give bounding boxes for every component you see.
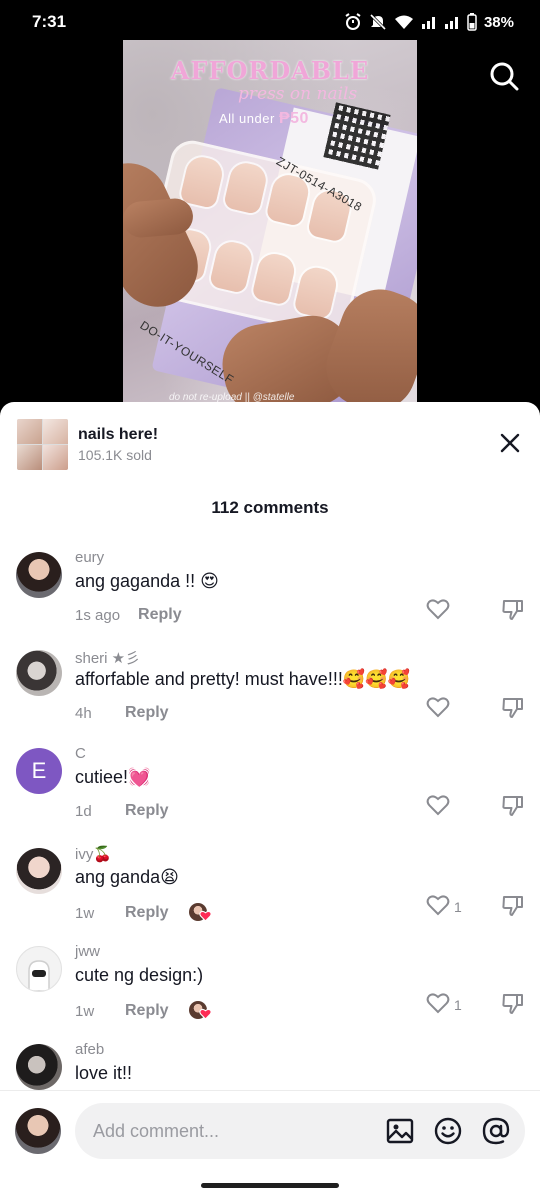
avatar-letter: E bbox=[31, 758, 47, 783]
product-sold-count: 105.1K sold bbox=[78, 446, 152, 463]
comment-input[interactable] bbox=[93, 1120, 373, 1142]
reply-button[interactable]: Reply bbox=[138, 606, 182, 624]
dislike-button[interactable] bbox=[501, 992, 525, 1021]
comment-time: 1d bbox=[75, 802, 92, 820]
comment-time: 1w bbox=[75, 1002, 95, 1020]
comment-username[interactable]: jww bbox=[75, 943, 100, 960]
thumbs-down-icon bbox=[501, 994, 525, 1020]
comment-username[interactable]: ivy🍒 bbox=[75, 845, 112, 863]
comment-username[interactable]: sheri ★彡 bbox=[75, 647, 140, 668]
comment-username[interactable]: afeb bbox=[75, 1041, 104, 1058]
creator-liked-badge bbox=[188, 902, 212, 924]
battery-icon bbox=[467, 13, 477, 31]
comments-count-title: 112 comments bbox=[211, 498, 329, 517]
like-button[interactable]: 1 bbox=[426, 992, 462, 1017]
video-overlay-price: All under ₱50 bbox=[219, 110, 309, 127]
video-overlay-title: AFFORDABLE bbox=[170, 56, 370, 85]
comment-text: love it!! bbox=[75, 1063, 133, 1083]
avatar[interactable] bbox=[16, 848, 62, 894]
close-icon[interactable] bbox=[497, 430, 523, 456]
comment-item: sheri ★彡 afforfable and pretty! must hav… bbox=[0, 650, 540, 748]
comment-username[interactable]: C bbox=[75, 745, 86, 762]
dislike-button[interactable] bbox=[501, 794, 525, 823]
my-avatar[interactable] bbox=[15, 1108, 61, 1154]
dislike-button[interactable] bbox=[501, 894, 525, 923]
comment-text: afforfable and pretty! must have!!!🥰🥰🥰 bbox=[75, 669, 411, 689]
video-overlay-subtitle: press on nails bbox=[238, 84, 358, 104]
reply-button[interactable]: Reply bbox=[125, 704, 169, 722]
like-button[interactable] bbox=[426, 794, 454, 819]
thumbs-down-icon bbox=[501, 600, 525, 626]
alarm-icon bbox=[344, 13, 362, 31]
comment-input-pill bbox=[75, 1103, 525, 1159]
signal-icon-2 bbox=[444, 14, 460, 30]
thumbs-down-icon bbox=[501, 796, 525, 822]
heart-outline-icon bbox=[426, 992, 450, 1017]
heart-outline-icon bbox=[426, 794, 450, 819]
comment-item: ivy🍒 ang ganda😫 1w Reply 1 bbox=[0, 845, 540, 946]
like-button[interactable] bbox=[426, 598, 454, 623]
status-bar: 7:31 38% bbox=[0, 0, 540, 44]
wifi-icon bbox=[394, 14, 414, 30]
comment-text: ang ganda😫 bbox=[75, 867, 179, 887]
comment-item: eury ang gaganda !! 😍 1s ago Reply bbox=[0, 549, 540, 650]
heart-outline-icon bbox=[426, 696, 450, 721]
video-player[interactable]: AFFORDABLE press on nails All under ₱50 … bbox=[0, 0, 540, 410]
comment-time: 1w bbox=[75, 904, 95, 922]
thumbs-down-icon bbox=[501, 698, 525, 724]
product-thumbnail bbox=[17, 418, 68, 470]
like-count: 1 bbox=[454, 996, 462, 1013]
comment-item: jww cute ng design:) 1w Reply 1 bbox=[0, 943, 540, 1044]
creator-liked-badge bbox=[188, 1000, 212, 1022]
product-card[interactable]: nails here! 105.1K sold bbox=[17, 418, 523, 470]
home-indicator[interactable] bbox=[201, 1183, 339, 1188]
comment-item: E C cutiee!💓 1d Reply bbox=[0, 745, 540, 846]
comment-time: 4h bbox=[75, 704, 92, 722]
heart-outline-icon bbox=[426, 598, 450, 623]
dislike-button[interactable] bbox=[501, 696, 525, 725]
search-icon[interactable] bbox=[488, 60, 520, 92]
avatar[interactable] bbox=[16, 1044, 62, 1090]
video-frame: AFFORDABLE press on nails All under ₱50 … bbox=[123, 40, 417, 410]
mute-icon bbox=[369, 13, 387, 31]
like-button[interactable] bbox=[426, 696, 454, 721]
dislike-button[interactable] bbox=[501, 598, 525, 627]
avatar[interactable]: E bbox=[16, 748, 62, 794]
comment-text: cute ng design:) bbox=[75, 965, 204, 985]
comment-username[interactable]: eury bbox=[75, 549, 104, 566]
comment-time: 1s ago bbox=[75, 606, 121, 624]
comment-text: ang gaganda !! 😍 bbox=[75, 571, 219, 591]
battery-level: 38% bbox=[483, 13, 514, 31]
avatar[interactable] bbox=[16, 552, 62, 598]
product-name: nails here! bbox=[78, 425, 159, 443]
reply-button[interactable]: Reply bbox=[125, 802, 169, 820]
avatar[interactable] bbox=[16, 946, 62, 992]
like-count: 1 bbox=[454, 898, 462, 915]
comment-text: cutiee!💓 bbox=[75, 767, 151, 787]
image-icon[interactable] bbox=[385, 1116, 415, 1146]
at-sign-icon[interactable] bbox=[481, 1116, 511, 1146]
comments-sheet: nails here! 105.1K sold 112 comments eur… bbox=[0, 402, 540, 1200]
status-time: 7:31 bbox=[32, 12, 67, 31]
thumbs-down-icon bbox=[501, 896, 525, 922]
like-button[interactable]: 1 bbox=[426, 894, 462, 919]
heart-outline-icon bbox=[426, 894, 450, 919]
signal-icon bbox=[421, 14, 437, 30]
comment-input-bar bbox=[0, 1090, 540, 1200]
reply-button[interactable]: Reply bbox=[125, 904, 169, 922]
reply-button[interactable]: Reply bbox=[125, 1002, 169, 1020]
emoji-icon[interactable] bbox=[433, 1116, 463, 1146]
status-icons: 38% bbox=[344, 13, 514, 31]
avatar[interactable] bbox=[16, 650, 62, 696]
